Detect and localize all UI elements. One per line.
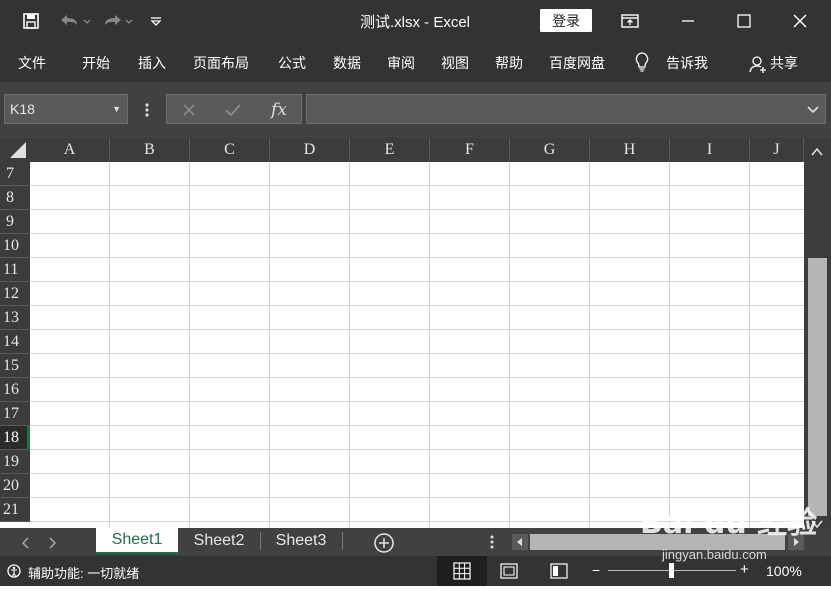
ribbon-display-icon[interactable] bbox=[618, 9, 642, 33]
row-header-20[interactable]: 20 bbox=[0, 474, 30, 498]
sheet-tab-sheet1[interactable]: Sheet1 bbox=[96, 528, 178, 554]
redo-icon[interactable] bbox=[100, 9, 136, 33]
name-box[interactable]: K18 ▼ bbox=[4, 94, 128, 124]
tab-options-icon[interactable] bbox=[490, 535, 494, 554]
prev-sheet-icon[interactable] bbox=[20, 536, 30, 554]
close-icon[interactable] bbox=[788, 9, 812, 33]
select-all-corner[interactable] bbox=[0, 138, 30, 162]
lightbulb-icon[interactable] bbox=[632, 50, 652, 74]
normal-view-icon[interactable] bbox=[437, 556, 487, 586]
zoom-level[interactable]: 100% bbox=[766, 563, 802, 579]
title-bar: 测试.xlsx - Excel 登录 bbox=[0, 0, 831, 42]
column-header-c[interactable]: C bbox=[190, 138, 270, 162]
page-layout-view-icon[interactable] bbox=[500, 563, 518, 584]
accessibility-icon[interactable] bbox=[6, 563, 24, 584]
document-title: 测试.xlsx - Excel bbox=[359, 14, 470, 31]
column-header-g[interactable]: G bbox=[510, 138, 590, 162]
worksheet-grid: A B C D E F G H I J 7 8 9 10 11 12 13 14… bbox=[0, 138, 831, 530]
tab-file[interactable]: 文件 bbox=[18, 53, 46, 73]
tab-insert[interactable]: 插入 bbox=[138, 53, 166, 73]
more-options-icon[interactable] bbox=[140, 98, 154, 122]
row-header-15[interactable]: 15 bbox=[0, 354, 30, 378]
zoom-in-icon[interactable]: + bbox=[740, 561, 749, 578]
zoom-slider-handle[interactable] bbox=[669, 563, 674, 578]
scroll-left-icon[interactable] bbox=[512, 534, 528, 550]
login-button[interactable]: 登录 bbox=[540, 9, 592, 32]
tab-baidu-netdisk[interactable]: 百度网盘 bbox=[549, 53, 605, 73]
baidu-watermark-logo: Bai du 经验 bbox=[640, 506, 818, 541]
sheet-tab-sheet3[interactable]: Sheet3 bbox=[262, 528, 340, 554]
column-header-e[interactable]: E bbox=[350, 138, 430, 162]
add-sheet-icon[interactable] bbox=[373, 532, 395, 559]
tab-home[interactable]: 开始 bbox=[82, 53, 110, 73]
maximize-icon[interactable] bbox=[732, 9, 756, 33]
tab-page-layout[interactable]: 页面布局 bbox=[193, 53, 249, 73]
formula-bar-area: K18 ▼ fx bbox=[0, 82, 831, 138]
row-header-16[interactable]: 16 bbox=[0, 378, 30, 402]
row-header-14[interactable]: 14 bbox=[0, 330, 30, 354]
row-header-21[interactable]: 21 bbox=[0, 498, 30, 522]
row-header-12[interactable]: 12 bbox=[0, 282, 30, 306]
column-header-d[interactable]: D bbox=[270, 138, 350, 162]
name-box-dropdown-icon[interactable]: ▼ bbox=[112, 104, 121, 114]
row-header-10[interactable]: 10 bbox=[0, 234, 30, 258]
row-header-13[interactable]: 13 bbox=[0, 306, 30, 330]
page-break-view-icon[interactable] bbox=[550, 563, 568, 584]
row-header-19[interactable]: 19 bbox=[0, 450, 30, 474]
scroll-up-icon[interactable] bbox=[811, 144, 823, 162]
vertical-scroll-thumb[interactable] bbox=[808, 258, 827, 516]
save-icon[interactable] bbox=[20, 9, 42, 33]
minimize-icon[interactable] bbox=[676, 9, 700, 33]
tab-review[interactable]: 审阅 bbox=[387, 53, 415, 73]
person-icon[interactable] bbox=[748, 52, 768, 76]
tab-data[interactable]: 数据 bbox=[333, 53, 361, 73]
tab-divider bbox=[260, 532, 261, 550]
tab-formulas[interactable]: 公式 bbox=[278, 53, 306, 73]
enter-icon[interactable] bbox=[223, 98, 243, 122]
row-header-18[interactable]: 18 bbox=[0, 426, 30, 450]
tab-divider bbox=[342, 532, 343, 550]
column-header-i[interactable]: I bbox=[670, 138, 750, 162]
next-sheet-icon[interactable] bbox=[48, 536, 58, 554]
tell-me-search[interactable]: 告诉我 bbox=[666, 53, 708, 73]
share-button[interactable]: 共享 bbox=[770, 53, 798, 73]
name-box-value: K18 bbox=[10, 101, 35, 117]
row-header-17[interactable]: 17 bbox=[0, 402, 30, 426]
accessibility-status[interactable]: 辅助功能: 一切就绪 bbox=[28, 563, 139, 582]
sheet-tab-sheet2[interactable]: Sheet2 bbox=[180, 528, 258, 554]
column-header-a[interactable]: A bbox=[30, 138, 110, 162]
column-header-f[interactable]: F bbox=[430, 138, 510, 162]
customize-qat-icon[interactable] bbox=[146, 9, 166, 33]
row-header-8[interactable]: 8 bbox=[0, 186, 30, 210]
cell-area[interactable] bbox=[30, 162, 804, 530]
ribbon-tabs: 文件 开始 插入 页面布局 公式 数据 审阅 视图 帮助 百度网盘 告诉我 共享 bbox=[0, 42, 831, 82]
row-header-11[interactable]: 11 bbox=[0, 258, 30, 282]
column-header-b[interactable]: B bbox=[110, 138, 190, 162]
zoom-out-icon[interactable]: − bbox=[592, 562, 600, 578]
formula-buttons: fx bbox=[166, 94, 302, 124]
expand-formula-bar-icon[interactable] bbox=[807, 102, 819, 120]
insert-function-icon[interactable]: fx bbox=[267, 98, 291, 122]
cancel-icon[interactable] bbox=[179, 98, 199, 122]
baidu-watermark-url: jingyan.baidu.com bbox=[662, 547, 767, 562]
tab-help[interactable]: 帮助 bbox=[495, 53, 523, 73]
formula-input[interactable] bbox=[306, 94, 826, 124]
undo-icon[interactable] bbox=[56, 9, 92, 33]
tab-view[interactable]: 视图 bbox=[441, 53, 469, 73]
row-header-9[interactable]: 9 bbox=[0, 210, 30, 234]
column-header-j[interactable]: J bbox=[750, 138, 804, 162]
column-header-h[interactable]: H bbox=[590, 138, 670, 162]
row-header-7[interactable]: 7 bbox=[0, 162, 30, 186]
